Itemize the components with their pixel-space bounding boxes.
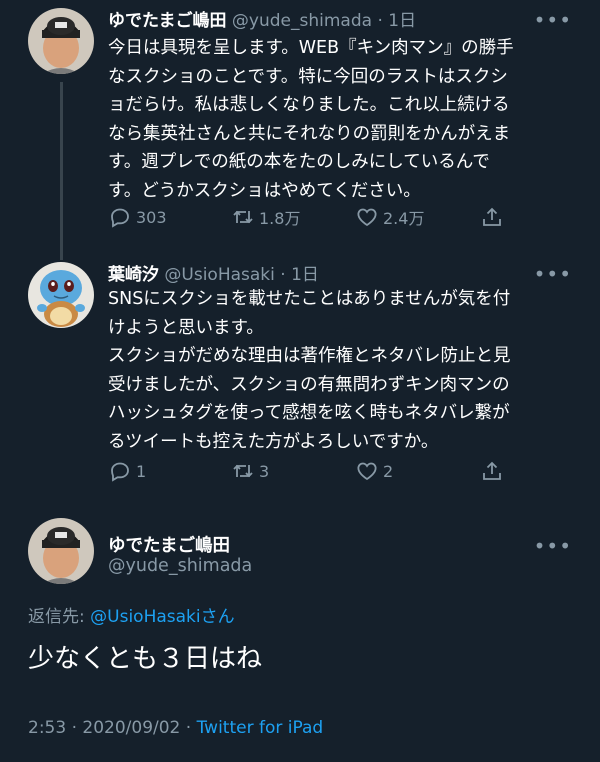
like-count: 2.4万 [383,209,425,228]
avatar-yude-shimada[interactable] [28,8,94,74]
reply-icon [111,462,129,482]
share-icon [483,207,501,226]
more-options-icon[interactable]: ••• [534,264,572,284]
reply-to-line: 返信先: @UsioHasakiさん [28,602,235,627]
retweet-button[interactable]: 3 [231,459,269,483]
focus-display-name[interactable]: ゆでたまご嶋田 [108,532,230,557]
like-icon [357,462,377,481]
share-icon [483,461,501,480]
tweet-meta: 2:53 · 2020/09/02 · Twitter for iPad [28,718,323,738]
source-link[interactable]: Twitter for iPad [197,718,324,738]
focus-user-handle[interactable]: @yude_shimada [108,556,252,576]
like-icon [357,208,377,227]
tweet-header: ゆでたまご嶋田 @yude_shimada · 1日 [108,6,416,31]
reply-button[interactable]: 1 [108,459,146,483]
user-handle[interactable]: @UsioHasaki [164,265,274,285]
share-button[interactable] [480,205,508,229]
tweet-text: SNSにスクショを載せたことはありませんが気を付 けようと思います。 スクショが… [108,289,511,452]
thread-line [60,82,63,260]
display-name[interactable]: 葉崎汐 [108,265,159,285]
avatar-yude-shimada[interactable] [28,518,94,584]
more-options-icon[interactable]: ••• [534,536,572,556]
reply-icon [111,208,129,228]
tweet-actions: 1 3 2 [108,459,508,485]
user-handle[interactable]: @yude_shimada [232,11,372,31]
avatar-usio-hasaki[interactable] [28,262,94,328]
retweet-count: 1.8万 [259,209,301,228]
reply-count: 1 [136,461,147,481]
like-button[interactable]: 2.4万 [355,205,424,229]
timestamp[interactable]: 2:53 · 2020/09/02 · [28,718,197,738]
like-count: 2 [383,461,394,481]
display-name[interactable]: ゆでたまご嶋田 [108,11,227,31]
reply-to-prefix: 返信先: [28,607,91,627]
tweet-time[interactable]: · 1日 [280,265,319,285]
focus-tweet-text: 少なくとも３日はね [28,644,263,674]
reply-button[interactable]: 303 [108,205,167,229]
reply-to-user-link[interactable]: @UsioHasaki [90,607,200,627]
retweet-icon [233,464,253,478]
tweet-actions: 303 1.8万 2.4万 [108,205,508,231]
like-button[interactable]: 2 [355,459,393,483]
retweet-count: 3 [259,461,270,481]
tweet-2[interactable]: 葉崎汐 @UsioHasaki · 1日 ••• SNSにスクショを載せたことは… [0,252,600,500]
reply-count: 303 [136,207,167,227]
tweet-text: 今日は具現を呈します。WEB『キン肉マン』の勝手 なスクショのことです。特に今回… [108,38,514,201]
retweet-button[interactable]: 1.8万 [231,205,300,229]
tweet-time[interactable]: · 1日 [377,11,416,31]
tweet-header: 葉崎汐 @UsioHasaki · 1日 [108,260,319,285]
reply-to-suffix: さん [200,607,235,627]
tweet-1[interactable]: ゆでたまご嶋田 @yude_shimada · 1日 ••• 今日は具現を呈しま… [0,0,600,260]
retweet-icon [233,210,253,224]
share-button[interactable] [480,459,508,483]
more-options-icon[interactable]: ••• [534,10,572,30]
